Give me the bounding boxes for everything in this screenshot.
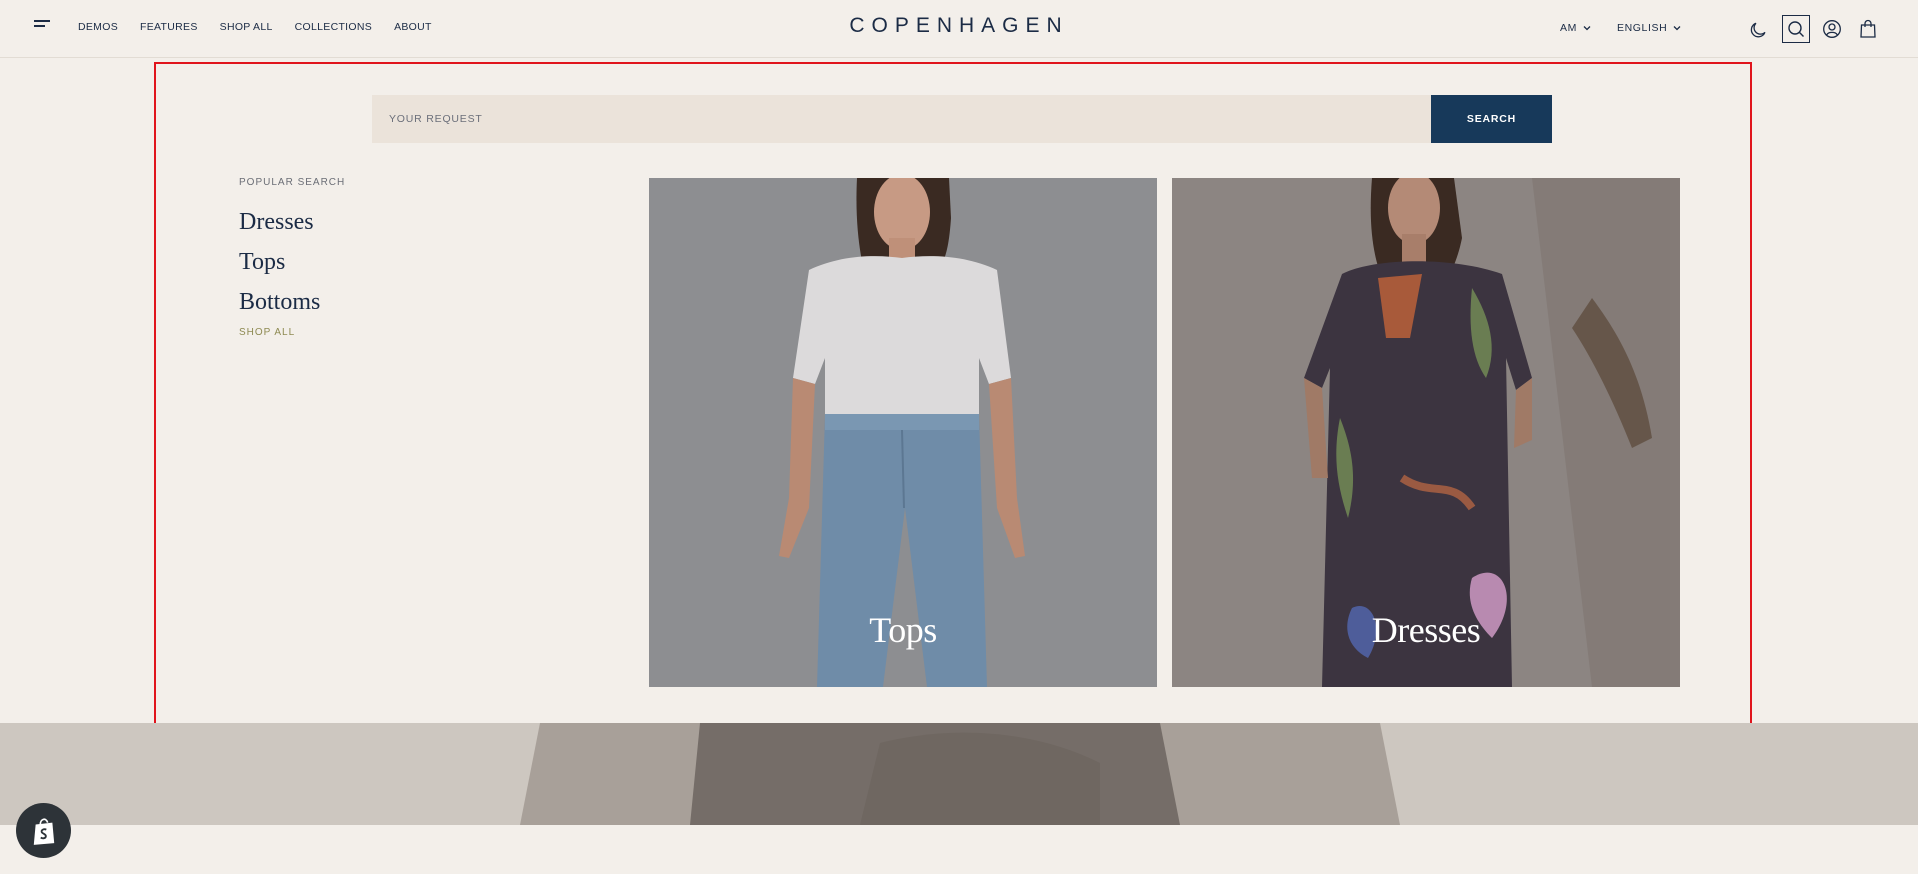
popular-item-tops[interactable]: Tops (239, 242, 345, 282)
chevron-down-icon (1583, 26, 1591, 31)
popular-item-dresses[interactable]: Dresses (239, 202, 345, 242)
shop-all-link[interactable]: SHOP ALL (239, 327, 295, 338)
card-label-dresses: Dresses (1371, 610, 1481, 650)
currency-selector[interactable]: AM (1560, 22, 1591, 34)
shopping-bag-icon (1860, 19, 1876, 38)
search-bar: SEARCH (372, 95, 1552, 143)
language-label: ENGLISH (1617, 22, 1668, 34)
search-icon (1788, 21, 1804, 37)
language-selector[interactable]: ENGLISH (1617, 22, 1681, 34)
search-input[interactable] (372, 95, 1431, 143)
chevron-down-icon (1673, 26, 1681, 31)
hero-banner-image (0, 723, 1918, 825)
shopify-badge[interactable] (16, 803, 71, 858)
popular-search: POPULAR SEARCH Dresses Tops Bottoms SHOP… (239, 177, 345, 340)
site-header: DEMOS FEATURES SHOP ALL COLLECTIONS ABOU… (0, 0, 1918, 58)
popular-search-title: POPULAR SEARCH (239, 177, 346, 188)
search-button-header[interactable] (1782, 15, 1810, 43)
hero-image (0, 723, 1918, 825)
user-icon (1823, 20, 1841, 38)
search-submit-button[interactable]: SEARCH (1431, 95, 1552, 143)
dark-mode-toggle[interactable] (1746, 15, 1774, 43)
collection-card-dresses[interactable]: Dresses (1172, 178, 1680, 687)
cart-button[interactable] (1854, 15, 1882, 43)
card-label-tops: Tops (869, 610, 937, 650)
search-panel: SEARCH POPULAR SEARCH Dresses Tops Botto… (154, 62, 1752, 734)
shopify-bag-icon (33, 817, 54, 845)
currency-label: AM (1560, 22, 1577, 34)
collection-card-tops[interactable]: Tops (649, 178, 1157, 687)
moon-icon (1750, 22, 1766, 38)
account-button[interactable] (1818, 15, 1846, 43)
popular-item-bottoms[interactable]: Bottoms (239, 282, 345, 322)
